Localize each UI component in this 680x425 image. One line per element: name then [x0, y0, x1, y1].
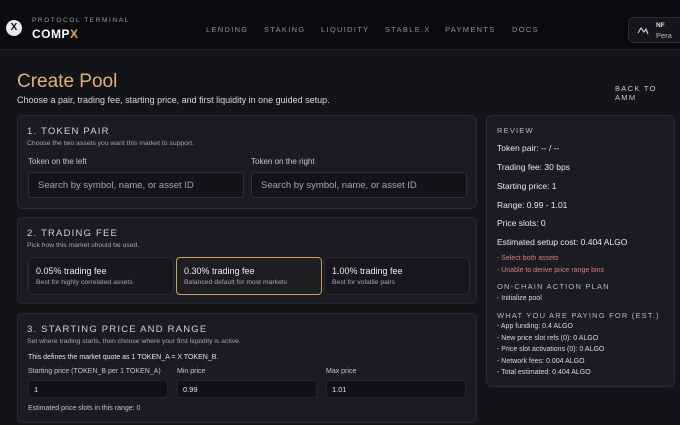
review-starting-price: Starting price: 1 — [497, 181, 557, 191]
starting-price-label: Starting price (TOKEN_B per 1 TOKEN_A) — [28, 368, 161, 375]
payment-item: - Network fees: 0.004 ALGO — [497, 358, 585, 365]
brand-name[interactable]: COMPX — [32, 27, 79, 41]
logo-icon[interactable]: X — [6, 20, 22, 36]
review-panel: REVIEW Token pair: -- / -- Trading fee: … — [486, 115, 675, 387]
quote-definition-text: This defines the market quote as 1 TOKEN… — [28, 354, 219, 361]
fee-option-0-05[interactable]: 0.05% trading fee Best for highly correl… — [28, 257, 174, 295]
min-price-label: Min price — [177, 368, 206, 375]
trading-fee-desc: Pick how this market should be used. — [27, 242, 140, 249]
action-plan-item: - Initialize pool — [497, 295, 542, 302]
wallet-icon — [637, 26, 649, 38]
review-price-slots: Price slots: 0 — [497, 218, 546, 228]
fee-option-1-00[interactable]: 1.00% trading fee Best for volatile pair… — [324, 257, 470, 295]
action-plan-heading: ON-CHAIN ACTION PLAN — [497, 282, 610, 291]
fee-option-desc: Balanced default for most markets — [184, 279, 288, 286]
fee-option-desc: Best for highly correlated assets — [36, 279, 133, 286]
review-token-pair: Token pair: -- / -- — [497, 143, 560, 153]
nav-lending[interactable]: LENDING — [206, 25, 248, 34]
top-bar: X PROTOCOL TERMINAL COMPX LENDING STAKIN… — [0, 0, 680, 50]
nav-docs[interactable]: DOCS — [512, 25, 539, 34]
page-subtitle: Choose a pair, trading fee, starting pri… — [17, 95, 330, 105]
payment-item: - Price slot activations (0): 0 ALGO — [497, 346, 605, 353]
right-token-label: Token on the right — [251, 157, 315, 166]
min-price-input[interactable] — [177, 380, 317, 398]
nav-stable-x[interactable]: STABLE.X — [385, 25, 431, 34]
payment-item: - Total estimated: 0.404 ALGO — [497, 369, 591, 376]
nav-liquidity[interactable]: LIQUIDITY — [321, 25, 369, 34]
estimated-slots-text: Estimated price slots in this range: 0 — [28, 405, 141, 412]
brand-subtitle: PROTOCOL TERMINAL — [32, 17, 130, 24]
wallet-initials: NF — [656, 22, 665, 29]
trading-fee-title: 2. TRADING FEE — [27, 228, 119, 239]
right-token-search-input[interactable] — [251, 172, 467, 198]
wallet-provider: Pera — [656, 31, 672, 40]
nav-payments[interactable]: PAYMENTS — [445, 25, 496, 34]
nav-staking[interactable]: STAKING — [264, 25, 305, 34]
starting-price-input[interactable] — [28, 380, 168, 398]
brand-name-main: COMP — [32, 27, 70, 41]
review-range: Range: 0.99 - 1.01 — [497, 200, 568, 210]
review-setup-cost: Estimated setup cost: 0.404 ALGO — [497, 237, 628, 247]
wallet-button[interactable]: NF Pera — [628, 17, 680, 43]
token-pair-card: 1. TOKEN PAIR Choose the two assets you … — [17, 115, 477, 209]
left-token-label: Token on the left — [28, 157, 87, 166]
max-price-label: Max price — [326, 368, 357, 375]
fee-option-label: 0.30% trading fee — [184, 266, 255, 276]
back-to-amm-link[interactable]: BACK TO AMM — [615, 84, 680, 102]
price-range-desc: Set where trading starts, then choose wh… — [27, 338, 241, 345]
fee-option-label: 0.05% trading fee — [36, 266, 107, 276]
payment-heading: WHAT YOU ARE PAYING FOR (EST.) — [497, 311, 660, 320]
fee-option-label: 1.00% trading fee — [332, 266, 403, 276]
review-error: - Unable to derive price range bins — [497, 267, 605, 274]
fee-option-0-30[interactable]: 0.30% trading fee Balanced default for m… — [176, 257, 322, 295]
page-title: Create Pool — [17, 71, 118, 92]
payment-item: - App funding: 0.4 ALGO — [497, 323, 573, 330]
review-error: - Select both assets — [497, 255, 559, 262]
max-price-input[interactable] — [326, 380, 466, 398]
trading-fee-card: 2. TRADING FEE Pick how this market shou… — [17, 217, 477, 304]
price-range-title: 3. STARTING PRICE AND RANGE — [27, 324, 208, 335]
left-token-search-input[interactable] — [28, 172, 244, 198]
fee-option-desc: Best for volatile pairs — [332, 279, 396, 286]
price-range-card: 3. STARTING PRICE AND RANGE Set where tr… — [17, 313, 477, 423]
token-pair-desc: Choose the two assets you want this mark… — [27, 140, 194, 147]
review-heading: REVIEW — [497, 126, 534, 135]
payment-item: - New price slot refs (0): 0 ALGO — [497, 335, 599, 342]
review-trading-fee: Trading fee: 30 bps — [497, 162, 570, 172]
token-pair-title: 1. TOKEN PAIR — [27, 126, 110, 137]
brand-name-accent: X — [70, 27, 79, 41]
